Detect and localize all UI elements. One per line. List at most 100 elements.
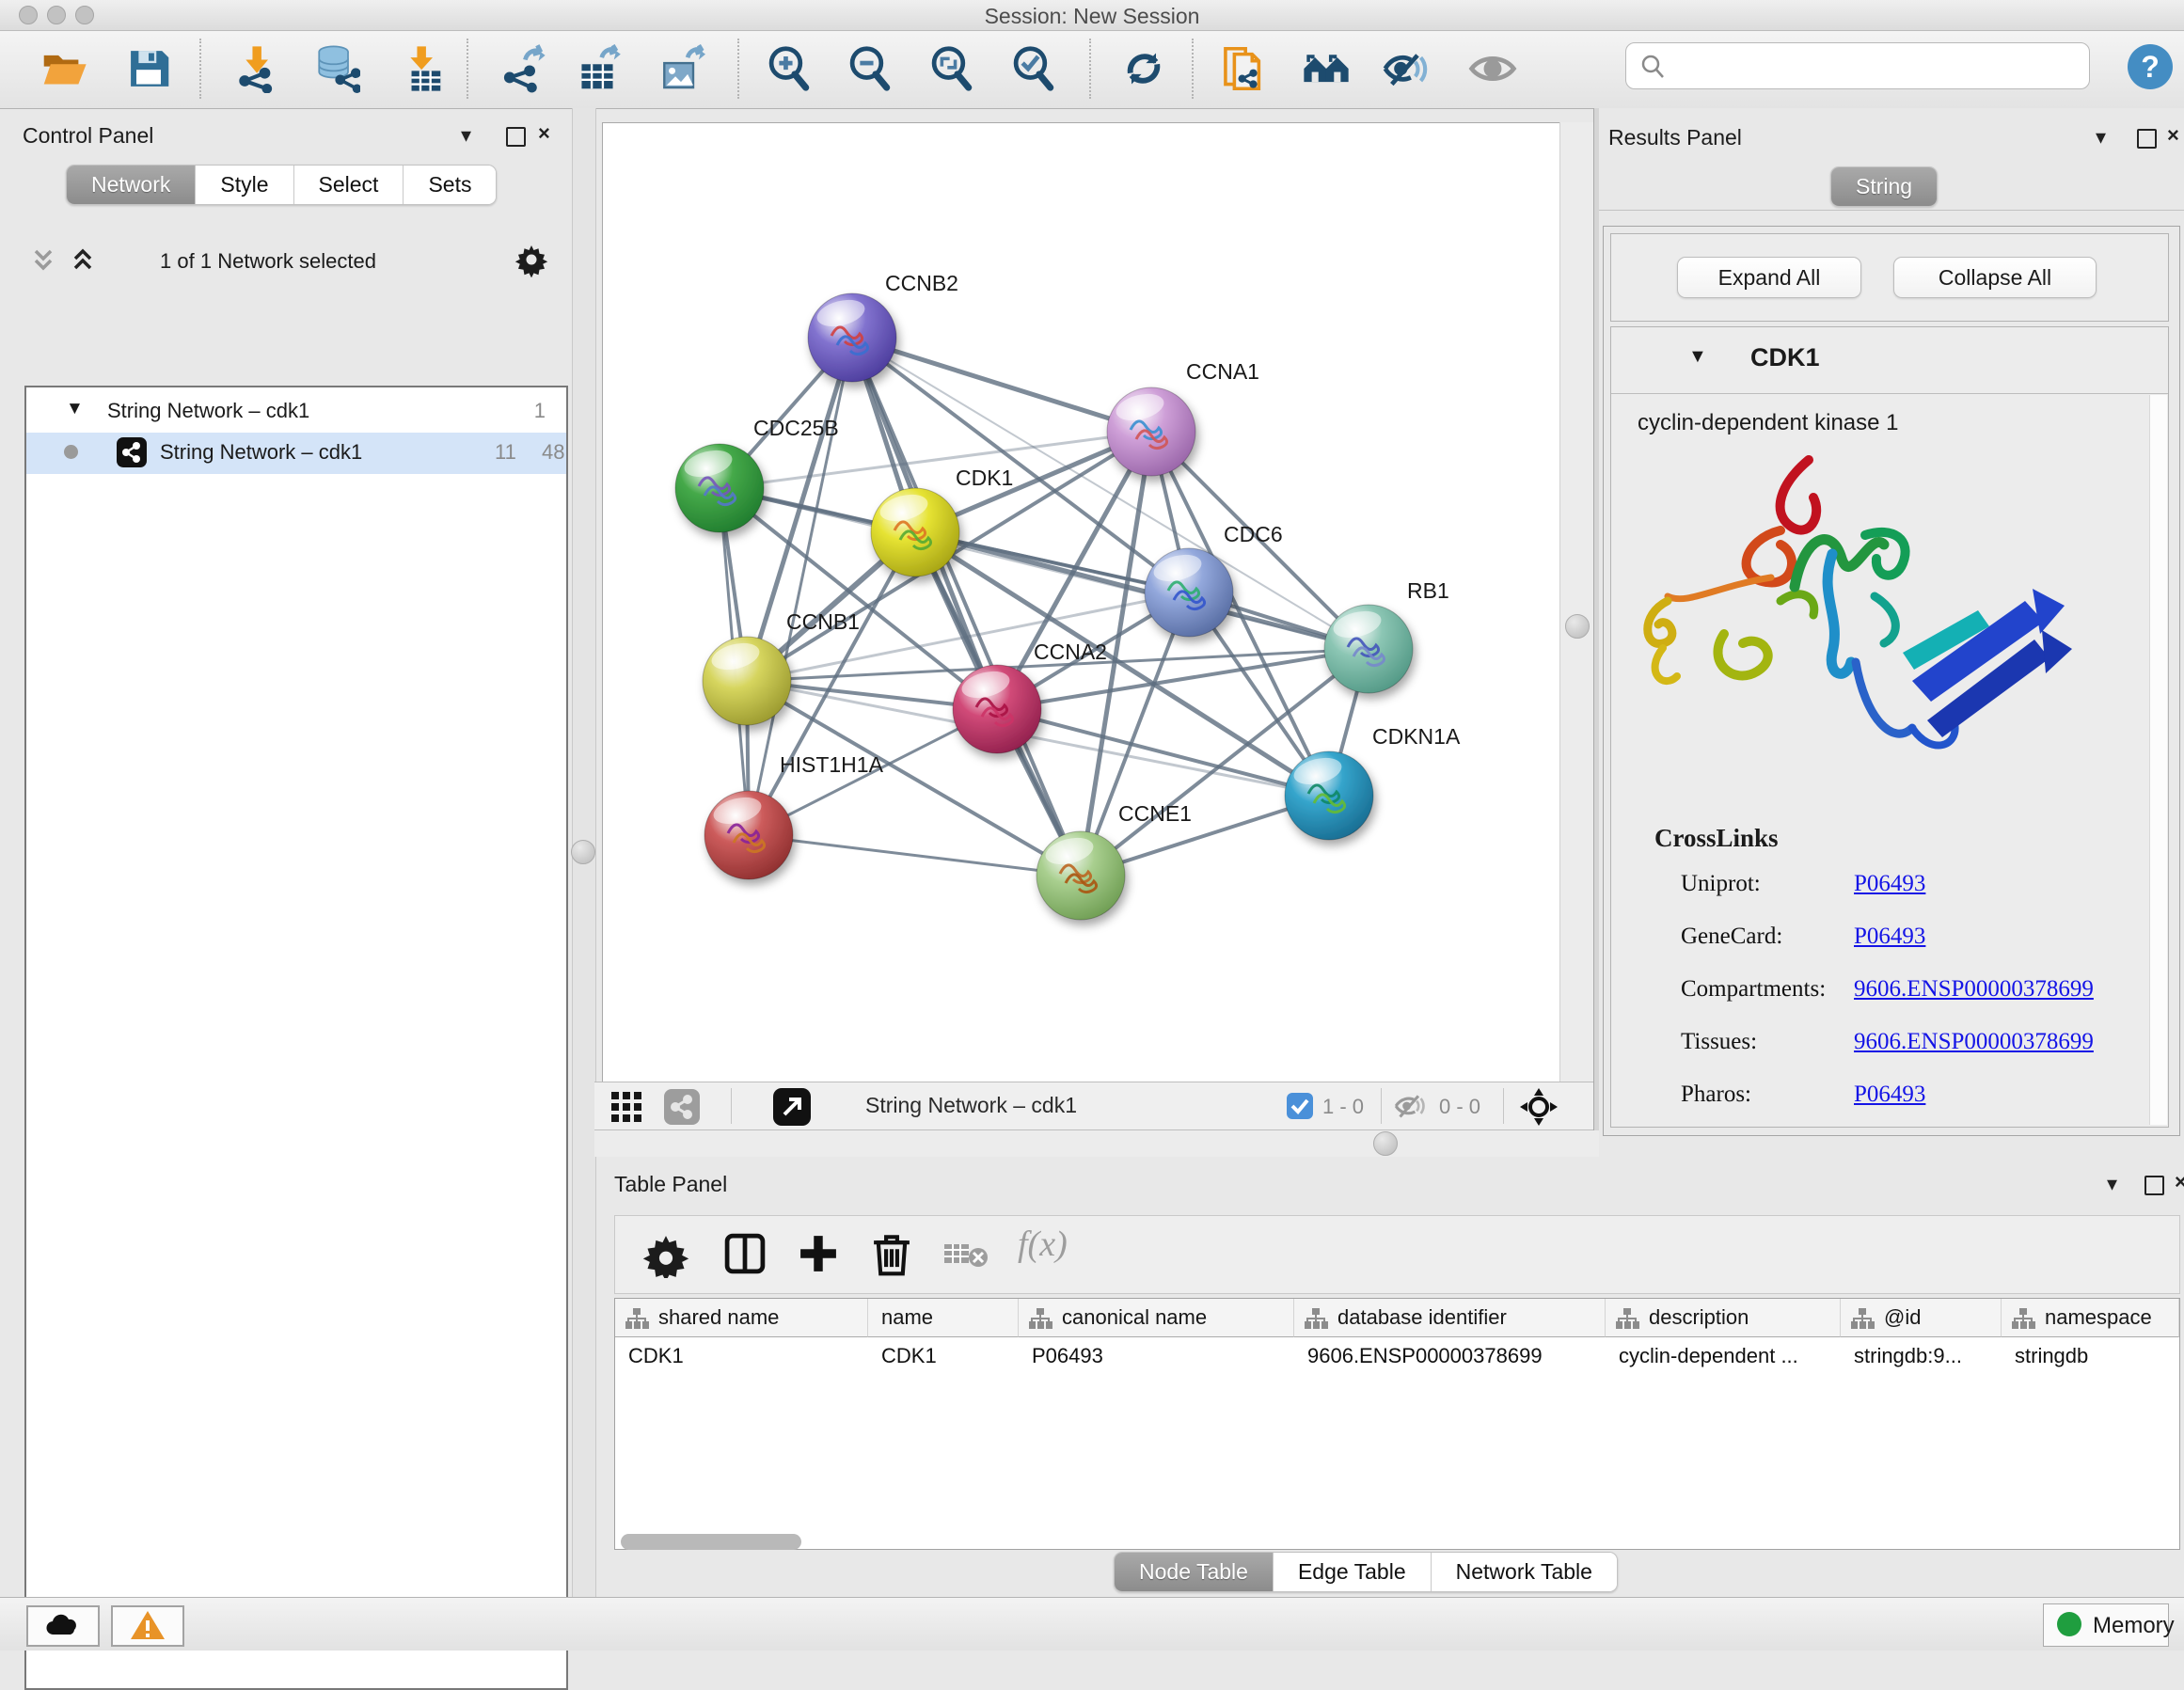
- network-row-selected[interactable]: String Network – cdk1 11 48: [26, 433, 566, 474]
- left-splitter-handle[interactable]: [571, 840, 595, 864]
- tab-select[interactable]: Select: [294, 166, 404, 204]
- table-cell-canonical-name[interactable]: P06493: [1032, 1344, 1289, 1368]
- network-canvas[interactable]: CCNB2CCNA1CDC25BCDK1CDC6RB1CCNB1CCNA2CDK…: [602, 122, 1561, 1083]
- zoom-fit-icon[interactable]: [927, 44, 976, 93]
- column-header-canonical-name[interactable]: canonical name: [1019, 1299, 1294, 1337]
- add-column-icon[interactable]: [794, 1229, 843, 1278]
- birdseye-icon[interactable]: [1518, 1086, 1559, 1128]
- results-panel-float-icon[interactable]: [2137, 129, 2157, 149]
- table-cell-database-identifier[interactable]: 9606.ENSP00000378699: [1307, 1344, 1600, 1368]
- import-network-from-database-icon[interactable]: [311, 44, 360, 93]
- column-header-description[interactable]: description: [1606, 1299, 1841, 1337]
- tab-style[interactable]: Style: [196, 166, 293, 204]
- table-cell-shared-name[interactable]: CDK1: [628, 1344, 863, 1368]
- network-node-CDKN1A[interactable]: [1285, 751, 1373, 840]
- network-right-gutter: [1559, 122, 1594, 1082]
- cloud-button[interactable]: [26, 1605, 100, 1647]
- hidden-eye-icon[interactable]: [1392, 1092, 1430, 1120]
- network-node-CCNB2[interactable]: [808, 293, 896, 382]
- column-header-namespace[interactable]: namespace: [2002, 1299, 2179, 1337]
- tab-network-table[interactable]: Network Table: [1432, 1553, 1617, 1591]
- warning-button[interactable]: [111, 1605, 184, 1647]
- save-session-icon[interactable]: [124, 44, 173, 93]
- table-cell-description[interactable]: cyclin-dependent ...: [1619, 1344, 1835, 1368]
- network-edge-CCNB2-CCNE1[interactable]: [852, 338, 1081, 876]
- control-panel-close-icon[interactable]: ×: [538, 121, 550, 146]
- network-edge-CDK1-RB1[interactable]: [915, 532, 1369, 649]
- crosslink-uniprot-link[interactable]: P06493: [1854, 871, 1925, 897]
- export-network-icon[interactable]: [499, 44, 547, 93]
- import-network-icon[interactable]: [231, 44, 280, 93]
- export-image-icon[interactable]: [657, 44, 705, 93]
- collapse-all-button[interactable]: Collapse All: [1893, 257, 2097, 298]
- network-node-CCNA1[interactable]: [1107, 387, 1195, 476]
- delete-column-icon[interactable]: [867, 1229, 916, 1278]
- tab-network[interactable]: Network: [67, 166, 196, 204]
- table-cell-name[interactable]: CDK1: [881, 1344, 1013, 1368]
- open-in-window-icon[interactable]: [773, 1088, 811, 1126]
- search-input[interactable]: [1675, 47, 2074, 83]
- network-node-CCNB1[interactable]: [703, 637, 791, 725]
- network-node-CCNA2[interactable]: [953, 665, 1041, 753]
- collection-expand-icon[interactable]: ▼: [66, 399, 84, 419]
- network-collection-row[interactable]: ▼ String Network – cdk1 1: [26, 391, 566, 433]
- grid-view-icon[interactable]: [609, 1090, 643, 1124]
- table-gear-icon[interactable]: [641, 1229, 690, 1278]
- network-node-RB1[interactable]: [1324, 605, 1413, 693]
- show-all-icon[interactable]: [1468, 44, 1517, 93]
- tab-sets[interactable]: Sets: [404, 166, 496, 204]
- network-options-gear-icon[interactable]: [514, 242, 549, 277]
- column-header-label: namespace: [2045, 1305, 2152, 1330]
- left-splitter[interactable]: [572, 108, 596, 1597]
- network-node-CDC25B[interactable]: [675, 444, 764, 532]
- table-cell-namespace[interactable]: stringdb: [2015, 1344, 2174, 1368]
- network-node-CDK1[interactable]: [871, 488, 959, 576]
- network-node-CDC6[interactable]: [1145, 548, 1233, 637]
- import-table-icon[interactable]: [396, 44, 445, 93]
- tab-edge-table[interactable]: Edge Table: [1274, 1553, 1432, 1591]
- network-edge-HIST1H1A-CCNE1[interactable]: [749, 835, 1081, 876]
- column-header--id[interactable]: @id: [1841, 1299, 2002, 1337]
- table-splitter-handle[interactable]: [1373, 1131, 1398, 1156]
- crosslink-genecard-link[interactable]: P06493: [1854, 924, 1925, 950]
- column-header-database-identifier[interactable]: database identifier: [1294, 1299, 1606, 1337]
- first-neighbors-icon[interactable]: [1220, 44, 1269, 93]
- control-panel-menu-icon[interactable]: ▾: [461, 123, 471, 148]
- column-header-shared-name[interactable]: shared name: [615, 1299, 868, 1337]
- network-edge-CCNB2-CCNA1[interactable]: [852, 338, 1151, 432]
- expand-all-button[interactable]: Expand All: [1677, 257, 1861, 298]
- right-splitter-handle[interactable]: [1565, 614, 1590, 639]
- tab-node-table[interactable]: Node Table: [1115, 1553, 1274, 1591]
- results-panel-menu-icon[interactable]: ▾: [2096, 125, 2106, 150]
- column-header-name[interactable]: name: [868, 1299, 1019, 1337]
- network-share-icon[interactable]: [664, 1089, 700, 1125]
- zoom-in-icon[interactable]: [765, 44, 814, 93]
- control-panel-float-icon[interactable]: [506, 127, 526, 147]
- selected-nodes-checkbox[interactable]: [1287, 1093, 1313, 1119]
- apply-layout-icon[interactable]: [1119, 44, 1168, 93]
- table-panel-close-icon[interactable]: ×: [2175, 1170, 2184, 1194]
- hide-selected-icon[interactable]: [1381, 44, 1430, 93]
- export-table-icon[interactable]: [573, 44, 622, 93]
- zoom-selected-icon[interactable]: [1009, 44, 1058, 93]
- results-scrollbar-track[interactable]: [2149, 395, 2167, 1125]
- crosslink-tissues-link[interactable]: 9606.ENSP00000378699: [1854, 1029, 2094, 1055]
- zoom-out-icon[interactable]: [846, 44, 894, 93]
- protein-header[interactable]: ▼ CDK1: [1611, 327, 2168, 394]
- table-cell--id[interactable]: stringdb:9...: [1854, 1344, 1996, 1368]
- network-node-CCNE1[interactable]: [1037, 831, 1125, 920]
- network-node-HIST1H1A[interactable]: [704, 791, 793, 879]
- houses-icon[interactable]: [1302, 44, 1351, 93]
- show-columns-icon[interactable]: [720, 1229, 769, 1278]
- open-session-icon[interactable]: [40, 44, 88, 93]
- protein-collapse-icon[interactable]: ▼: [1688, 346, 1707, 368]
- results-panel-close-icon[interactable]: ×: [2167, 123, 2179, 148]
- table-hscroll-thumb[interactable]: [621, 1534, 801, 1550]
- memory-button[interactable]: Memory: [2043, 1603, 2169, 1647]
- table-panel-menu-icon[interactable]: ▾: [2107, 1172, 2117, 1196]
- crosslink-compartments-link[interactable]: 9606.ENSP00000378699: [1854, 976, 2094, 1003]
- crosslink-pharos-link[interactable]: P06493: [1854, 1082, 1925, 1108]
- table-panel-float-icon[interactable]: [2144, 1176, 2164, 1195]
- tab-string[interactable]: String: [1831, 167, 1937, 206]
- help-button[interactable]: ?: [2128, 44, 2173, 89]
